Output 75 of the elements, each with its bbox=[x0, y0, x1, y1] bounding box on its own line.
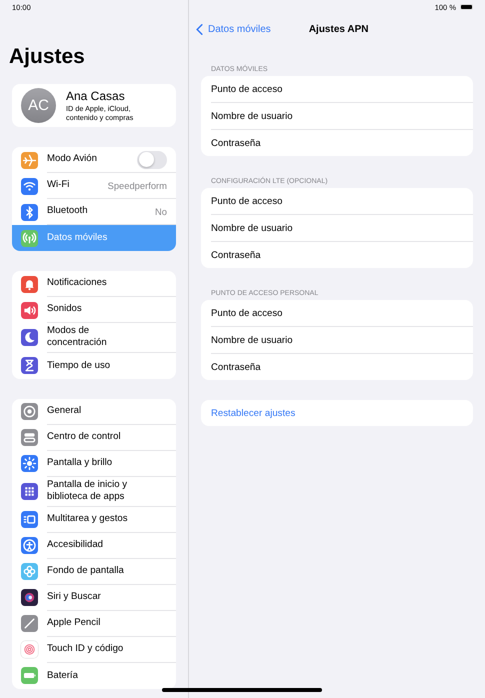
item-label: Notificaciones bbox=[47, 276, 107, 290]
reset-link[interactable]: Restablecer ajustes bbox=[211, 408, 296, 418]
item-label: General bbox=[47, 404, 82, 418]
chevron-left-icon bbox=[196, 24, 203, 34]
item-label: Modos de concentración bbox=[47, 324, 108, 350]
moon-icon bbox=[21, 329, 38, 346]
item-label: Wi-Fi bbox=[47, 178, 70, 192]
avatar: AC bbox=[21, 88, 56, 123]
person-circle-icon bbox=[21, 537, 38, 554]
sun-icon bbox=[21, 455, 38, 472]
settings-item[interactable]: Notificaciones bbox=[12, 271, 176, 297]
toggle-switch[interactable] bbox=[137, 150, 167, 168]
settings-item[interactable]: Pantalla y brillo bbox=[12, 450, 176, 477]
page-title: Ajustes APN bbox=[308, 24, 368, 34]
switches-icon bbox=[21, 429, 38, 446]
apn-field-label[interactable]: Contraseña bbox=[211, 138, 261, 148]
item-label: Accesibilidad bbox=[47, 538, 103, 552]
battery-icon bbox=[21, 667, 38, 684]
item-label: Modo Avión bbox=[47, 152, 97, 166]
gear-icon bbox=[21, 403, 38, 420]
apn-field-label[interactable]: Contraseña bbox=[211, 362, 261, 372]
settings-item[interactable]: Batería bbox=[12, 662, 176, 689]
apn-field-label[interactable]: Nombre de usuario bbox=[211, 334, 293, 346]
wifi-icon bbox=[21, 178, 38, 194]
settings-item[interactable]: Tiempo de uso bbox=[12, 352, 176, 379]
pencil-icon bbox=[21, 615, 38, 632]
settings-item[interactable]: Pantalla de inicio y biblioteca de apps bbox=[12, 476, 176, 507]
item-label: Sonidos bbox=[47, 302, 82, 316]
speaker-icon bbox=[21, 302, 38, 318]
settings-item[interactable]: Multitarea y gestos bbox=[12, 506, 176, 533]
settings-item[interactable]: Siri y Buscar bbox=[12, 584, 176, 611]
fingerprint-icon bbox=[21, 641, 38, 658]
settings-item[interactable]: Centro de control bbox=[12, 424, 176, 451]
airplane-icon bbox=[21, 152, 38, 168]
settings-item[interactable]: Modos de concentración bbox=[12, 323, 176, 353]
item-label: Batería bbox=[47, 668, 78, 683]
item-label: Pantalla de inicio y biblioteca de apps bbox=[47, 478, 128, 504]
app-grid-icon bbox=[21, 483, 38, 500]
item-value: Speedperform bbox=[108, 180, 167, 191]
flower-icon bbox=[21, 563, 38, 580]
hourglass-icon bbox=[21, 357, 38, 374]
apn-field-label[interactable]: Punto de acceso bbox=[211, 196, 282, 206]
item-value: No bbox=[155, 206, 167, 217]
antenna-icon bbox=[21, 230, 38, 246]
apn-field-label[interactable]: Nombre de usuario bbox=[211, 222, 293, 234]
profile-name: Ana Casas bbox=[66, 88, 126, 103]
back-button[interactable]: Datos móviles bbox=[196, 24, 271, 34]
settings-item[interactable]: Apple Pencil bbox=[12, 610, 176, 637]
settings-item[interactable]: Touch ID y código bbox=[12, 636, 176, 663]
item-label: Centro de control bbox=[47, 430, 121, 444]
apn-field-label[interactable]: Punto de acceso bbox=[211, 308, 282, 318]
settings-item[interactable]: Sonidos bbox=[12, 297, 176, 323]
bell-icon bbox=[21, 276, 38, 292]
windows-icon bbox=[21, 511, 38, 528]
settings-title: Ajustes bbox=[9, 45, 86, 70]
settings-item[interactable]: General bbox=[12, 398, 176, 425]
settings-item[interactable]: Modo Avión bbox=[12, 147, 176, 173]
item-label: Multitarea y gestos bbox=[47, 512, 128, 526]
item-label: Siri y Buscar bbox=[47, 590, 101, 604]
item-label: Bluetooth bbox=[47, 204, 88, 218]
bluetooth-icon bbox=[21, 204, 38, 220]
apn-field-label[interactable]: Contraseña bbox=[211, 250, 261, 260]
item-label: Tiempo de uso bbox=[47, 358, 110, 373]
orb-icon bbox=[21, 589, 38, 606]
item-label: Apple Pencil bbox=[47, 616, 100, 630]
settings-item[interactable]: Wi-Fi Speedperform bbox=[12, 173, 176, 199]
item-label: Fondo de pantalla bbox=[47, 564, 124, 578]
item-label: Datos móviles bbox=[47, 230, 108, 245]
battery-icon bbox=[460, 4, 473, 10]
item-label: Touch ID y código bbox=[47, 642, 124, 656]
settings-item[interactable]: Fondo de pantalla bbox=[12, 558, 176, 585]
settings-item[interactable]: Accesibilidad bbox=[12, 532, 176, 559]
apn-field-label[interactable]: Nombre de usuario bbox=[211, 110, 293, 122]
apn-field-label[interactable]: Punto de acceso bbox=[211, 84, 282, 94]
item-label: Pantalla y brillo bbox=[47, 456, 112, 470]
